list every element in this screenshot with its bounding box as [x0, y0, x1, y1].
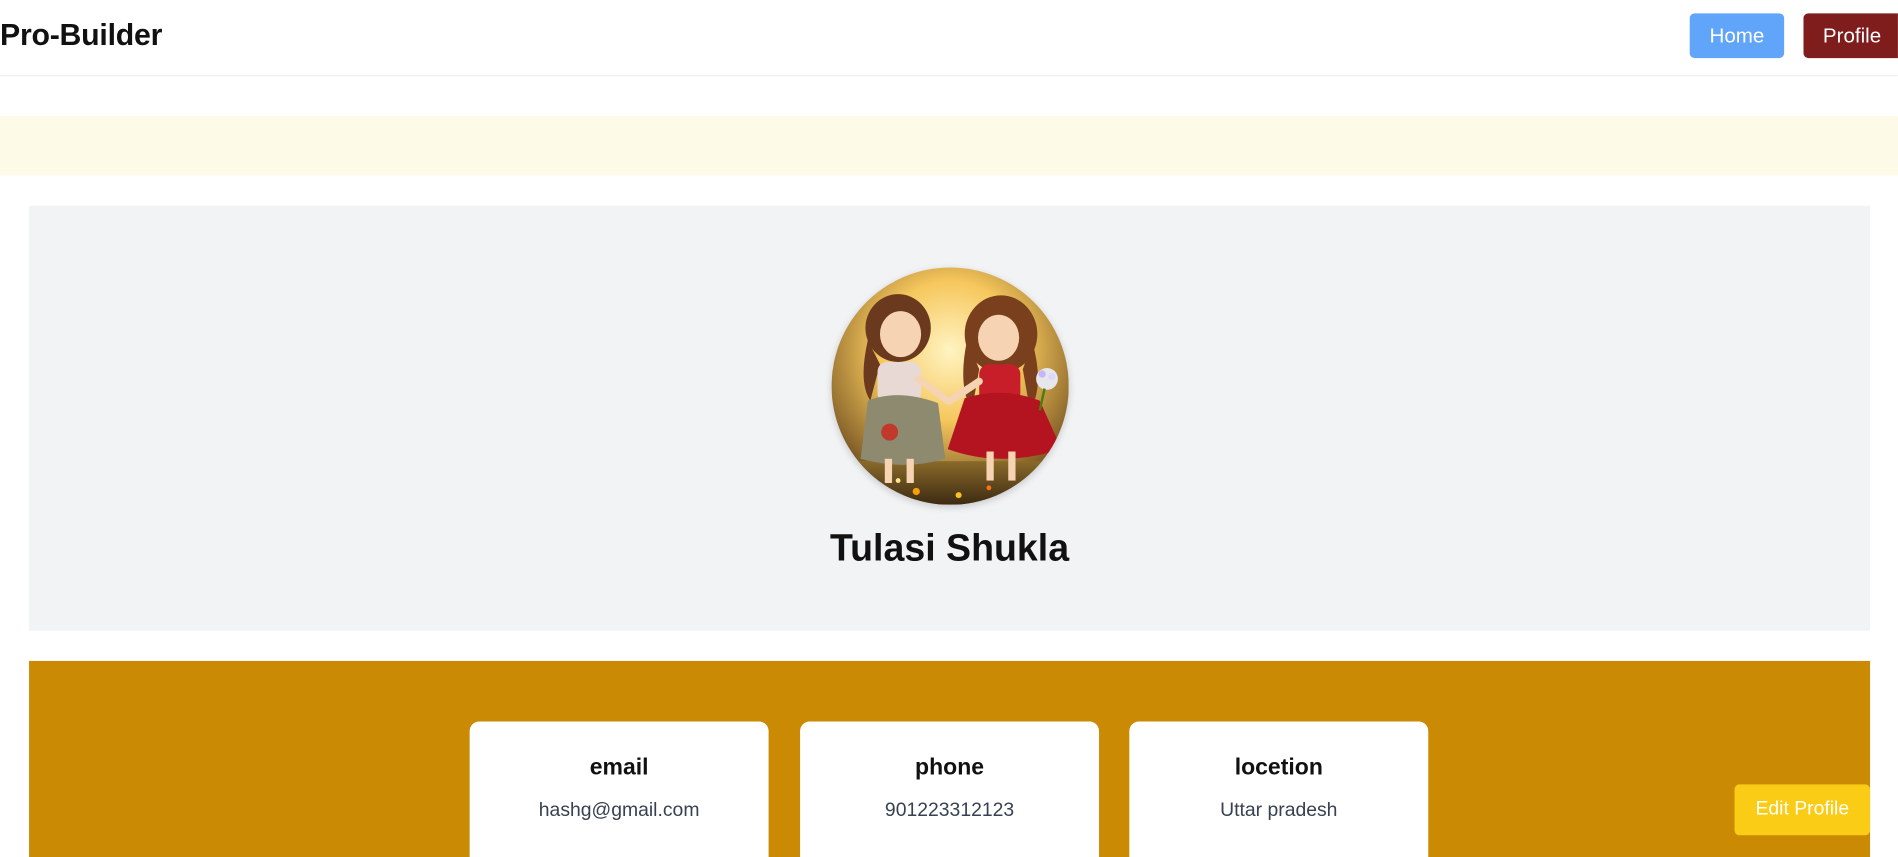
info-card-phone: phone 901223312123 — [800, 721, 1100, 857]
profile-card: Tulasi Shukla — [29, 205, 1871, 631]
info-card-value: Uttar pradesh — [1220, 800, 1338, 821]
info-card-title: email — [589, 755, 649, 781]
info-card-value: 901223312123 — [884, 800, 1015, 821]
edit-profile-button[interactable]: Edit Profile — [1734, 784, 1871, 836]
page-content: Pro-Builder Home Profile Tulasi Shukla e… — [0, 0, 1898, 857]
page: Pro-Builder Home Profile Tulasi Shukla e… — [0, 0, 1898, 857]
avatar — [831, 267, 1069, 505]
navbar: Pro-Builder Home Profile — [0, 0, 1898, 77]
profile-name: Tulasi Shukla — [829, 526, 1070, 569]
profile-button[interactable]: Profile — [1803, 13, 1898, 59]
info-card-email: email hashg@gmail.com — [469, 721, 769, 857]
home-button[interactable]: Home — [1689, 13, 1785, 59]
info-card-title: locetion — [1234, 755, 1323, 781]
info-section: email hashg@gmail.com phone 901223312123… — [29, 660, 1871, 857]
brand-logo[interactable]: Pro-Builder — [0, 18, 162, 53]
info-card-value: hashg@gmail.com — [538, 800, 700, 821]
info-card-title: phone — [915, 755, 985, 781]
info-card-location: locetion Uttar pradesh — [1129, 721, 1429, 857]
notice-banner — [0, 116, 1898, 176]
avatar-illustration — [831, 267, 1069, 505]
